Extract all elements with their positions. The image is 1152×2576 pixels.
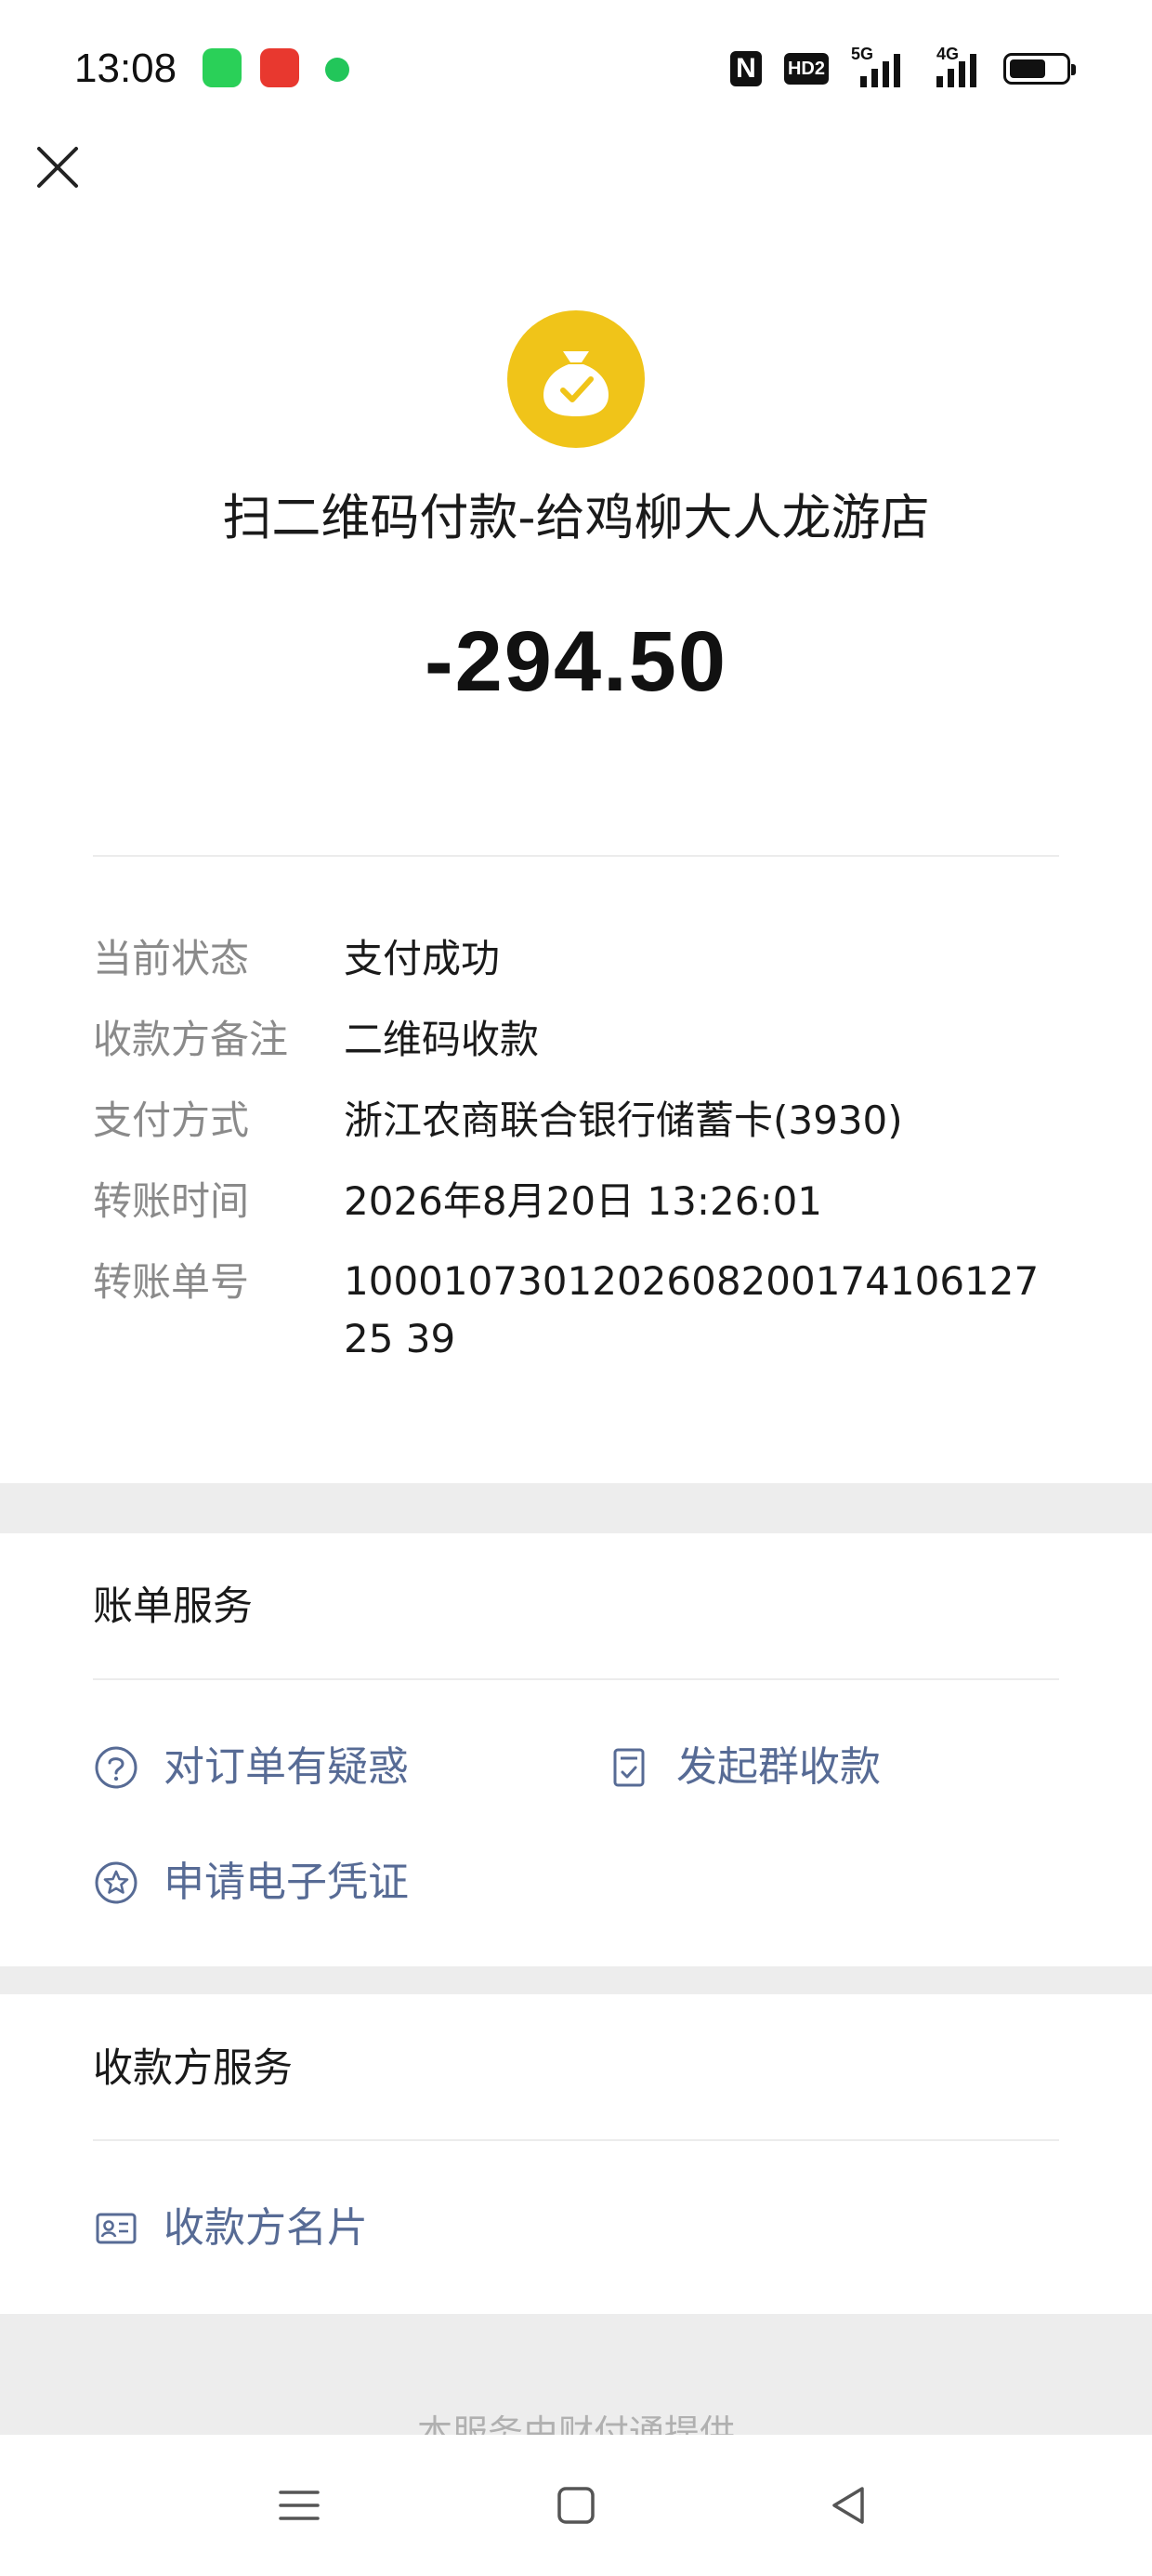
e-receipt-label: 申请电子凭证	[164, 1859, 409, 1906]
home-button[interactable]	[548, 2477, 604, 2533]
signal-4g-label: 4G	[936, 45, 960, 63]
battery-icon	[1003, 53, 1076, 85]
payment-amount: -294.50	[424, 614, 728, 709]
money-bag-check-icon	[507, 310, 645, 448]
section-separator	[0, 1966, 1152, 1994]
bill-service-title: 账单服务	[93, 1584, 253, 1630]
e-receipt-button[interactable]: 申请电子凭证	[93, 1853, 409, 1912]
payee-service-title: 收款方服务	[93, 2045, 293, 2092]
menu-icon	[279, 2491, 320, 2520]
transfer-time-label: 转账时间	[93, 1178, 250, 1224]
status-bar: 13:08 N HD2 5G 4G	[0, 0, 1152, 139]
signal-5g-icon: 5G	[851, 45, 905, 87]
payment-detail-screen: 13:08 N HD2 5G 4G 扫二维码付款-给鸡柳大人龙游店 -294.5…	[0, 0, 1152, 2576]
close-button[interactable]	[30, 139, 85, 195]
divider	[93, 1678, 1059, 1680]
back-button[interactable]	[821, 2477, 877, 2533]
app-notification-icon	[203, 48, 242, 87]
status-value: 支付成功	[344, 936, 501, 981]
taobao-notification-icon	[260, 48, 299, 87]
page-title: 扫二维码付款-给鸡柳大人龙游店	[222, 490, 930, 546]
close-icon	[37, 147, 78, 188]
hd-voice-icon: HD2	[784, 53, 829, 85]
signal-4g-icon: 4G	[927, 45, 981, 87]
payee-note-value: 二维码收款	[344, 1017, 540, 1062]
menu-button[interactable]	[271, 2477, 327, 2533]
section-separator	[0, 1483, 1152, 1533]
contact-card-icon	[96, 2213, 137, 2244]
transfer-id-label: 转账单号	[93, 1259, 250, 1305]
payee-card-button[interactable]: 收款方名片	[93, 2199, 368, 2258]
status-time: 13:08	[74, 46, 177, 91]
group-collection-button[interactable]: 发起群收款	[606, 1738, 881, 1797]
star-badge-icon	[95, 1861, 137, 1904]
order-question-label: 对订单有疑惑	[164, 1743, 409, 1791]
transfer-id-value: 100010730120260820017410612725 39	[344, 1258, 1040, 1361]
payment-method-label: 支付方式	[93, 1097, 250, 1143]
footer-note: 本服务由财付通提供	[416, 2412, 735, 2435]
home-square-icon	[557, 2487, 595, 2524]
document-check-icon	[613, 1748, 645, 1787]
question-circle-icon	[95, 1746, 137, 1789]
divider	[93, 2139, 1059, 2141]
payee-card-label: 收款方名片	[164, 2204, 368, 2252]
transfer-time-value: 2026年8月20日 13:26:01	[344, 1178, 823, 1224]
message-notification-icon	[325, 58, 349, 82]
divider	[93, 855, 1059, 857]
system-nav-bar	[0, 2435, 1152, 2576]
status-label: 当前状态	[93, 936, 250, 981]
group-collection-label: 发起群收款	[676, 1743, 881, 1791]
nfc-icon: N	[730, 51, 762, 86]
footer: 本服务由财付通提供	[0, 2314, 1152, 2435]
signal-5g-label: 5G	[851, 45, 874, 63]
payment-method-value: 浙江农商联合银行储蓄卡(3930)	[344, 1097, 903, 1143]
back-triangle-icon	[832, 2487, 864, 2524]
payee-note-label: 收款方备注	[93, 1017, 289, 1062]
status-indicators: N HD2 5G 4G	[730, 45, 1076, 89]
order-question-button[interactable]: 对订单有疑惑	[93, 1738, 409, 1797]
